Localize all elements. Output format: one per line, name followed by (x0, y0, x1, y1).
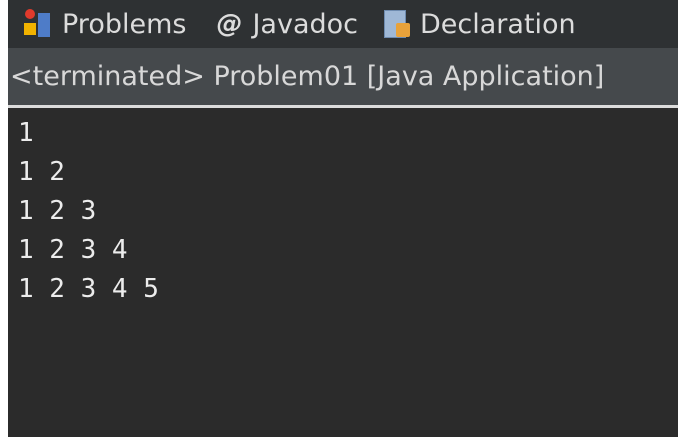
eclipse-view-window: Problems @ Javadoc Declaration <terminat… (0, 0, 678, 437)
at-sign-icon: @ (216, 9, 243, 39)
tab-javadoc-label: Javadoc (252, 8, 358, 40)
declaration-icon (382, 9, 410, 39)
console-line: 1 2 (18, 157, 65, 187)
problems-icon (22, 9, 52, 39)
tab-problems-label: Problems (62, 8, 187, 40)
console-view-panel: Problems @ Javadoc Declaration <terminat… (8, 0, 678, 437)
console-line: 1 2 3 4 5 (18, 274, 159, 304)
console-line: 1 2 3 (18, 196, 97, 226)
console-status-text: <terminated> Problem01 [Java Application… (10, 61, 605, 92)
console-line: 1 2 3 4 (18, 235, 128, 265)
tab-declaration-label: Declaration (420, 8, 576, 40)
console-output[interactable]: 1 1 2 1 2 3 1 2 3 4 1 2 3 4 5 (8, 108, 678, 437)
window-edge (0, 0, 8, 437)
tab-declaration[interactable]: Declaration (382, 0, 576, 48)
tab-problems[interactable]: Problems (22, 0, 186, 48)
tab-javadoc[interactable]: @ Javadoc (216, 0, 358, 48)
view-tab-bar: Problems @ Javadoc Declaration (8, 0, 678, 48)
console-line: 1 (18, 118, 34, 148)
console-status-bar: <terminated> Problem01 [Java Application… (8, 48, 678, 105)
